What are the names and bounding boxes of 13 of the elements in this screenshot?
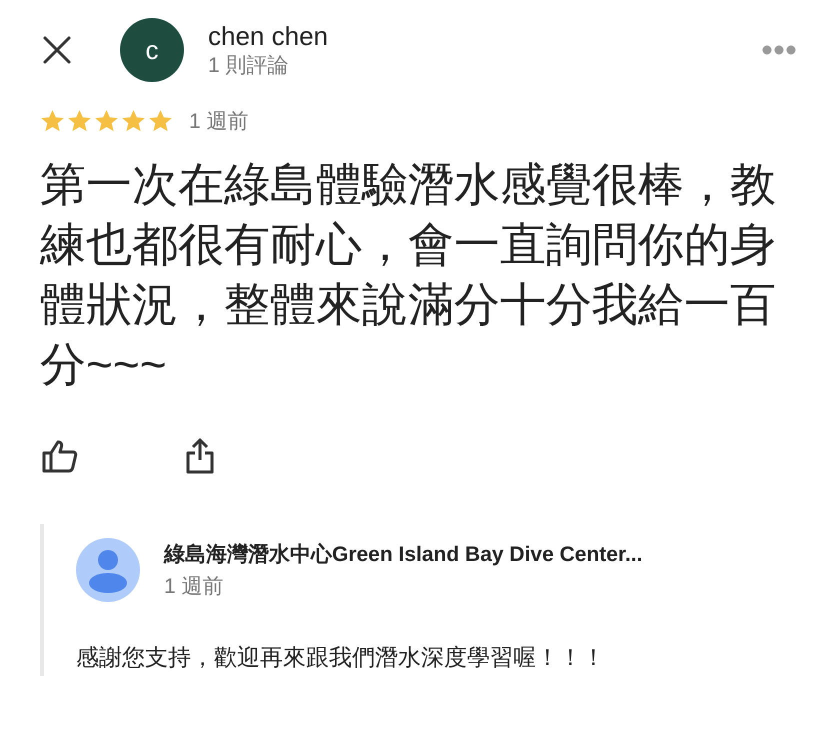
- reviewer-name: chen chen: [208, 20, 329, 52]
- review-count: 1 則評論: [208, 53, 290, 79]
- share-icon[interactable]: [186, 438, 214, 474]
- owner-avatar-icon: [76, 538, 140, 602]
- reviewer-avatar: c: [120, 18, 184, 82]
- thumbs-up-icon[interactable]: [42, 439, 78, 473]
- more-icon[interactable]: [762, 45, 796, 55]
- owner-name: 綠島海灣潛水中心Green Island Bay Dive Center...: [164, 542, 642, 568]
- review-text: 第一次在綠島體驗潛水感覺很棒，教練也都很有耐心，會一直詢問你的身體狀況，整體來說滿分十分我給一百分~~~: [40, 157, 777, 392]
- reply-text: 感謝您支持，歡迎再來跟我們潛水深度學習喔！！！: [76, 643, 606, 672]
- reply-time: 1 週前: [164, 574, 225, 600]
- close-icon[interactable]: [42, 35, 72, 65]
- review-time: 1 週前: [189, 109, 249, 135]
